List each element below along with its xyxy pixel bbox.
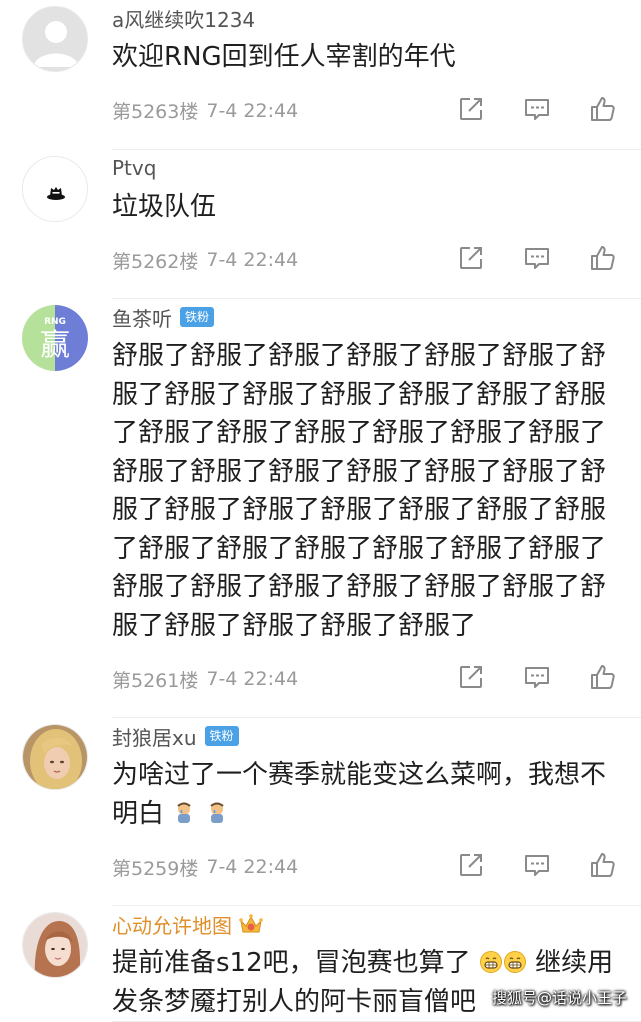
- grinning-emoji-icon: [503, 951, 526, 973]
- comment-icon[interactable]: [523, 663, 551, 691]
- comment-text: 舒服了舒服了舒服了舒服了舒服了舒服了舒服了舒服了舒服了舒服了舒服了舒服了舒服了舒…: [112, 341, 607, 641]
- comment-actions: [457, 95, 617, 123]
- fan-badge: 铁粉: [204, 726, 239, 746]
- rng-win-avatar-icon: RNG 赢: [22, 305, 88, 371]
- avatar[interactable]: [22, 912, 88, 978]
- comment-meta: 第5263楼 7-4 22:44: [112, 93, 641, 129]
- username-text[interactable]: 鱼茶听: [112, 303, 172, 332]
- like-icon[interactable]: [589, 244, 617, 272]
- username-text[interactable]: a风继续吹1234: [112, 4, 255, 33]
- girl-photo-avatar-icon: [23, 913, 87, 977]
- username[interactable]: 封狼居xu 铁粉: [112, 718, 641, 750]
- black-hat-avatar-icon: [23, 156, 87, 221]
- comment-time: 7-4 22:44: [206, 99, 299, 122]
- username-text[interactable]: 心动允许地图: [112, 910, 232, 939]
- comment-meta: 第5262楼 7-4 22:44: [112, 242, 641, 278]
- username[interactable]: a风继续吹1234: [112, 0, 641, 32]
- comment-meta: 第5261楼 7-4 22:44: [112, 661, 641, 697]
- avatar[interactable]: [22, 724, 88, 790]
- comment-actions: [457, 244, 617, 272]
- like-icon[interactable]: [589, 851, 617, 879]
- avatar[interactable]: [22, 155, 88, 222]
- comment-time: 7-4 22:44: [206, 856, 299, 878]
- comment-item: 封狼居xu 铁粉 为啥过了一个赛季就能变这么菜啊，我想不明白 第5259楼 7-…: [22, 718, 641, 906]
- share-icon[interactable]: [457, 95, 485, 123]
- username[interactable]: 鱼茶听 铁粉: [112, 299, 641, 331]
- username[interactable]: Ptvq: [112, 150, 641, 182]
- crying-child-emoji-icon: [177, 802, 191, 823]
- comment-item: RNG 赢 鱼茶听 铁粉 舒服了舒服了舒服了舒服了舒服了舒服了舒服了舒服了舒服了…: [22, 299, 641, 718]
- avatar-main-text: 赢: [40, 328, 70, 363]
- comment-meta: 第5259楼 7-4 22:44: [112, 849, 641, 885]
- username-text[interactable]: 封狼居xu: [112, 722, 197, 751]
- avatar-top-text: RNG: [44, 317, 66, 327]
- username[interactable]: 心动允许地图: [112, 906, 641, 938]
- floor-number: 第5261楼: [112, 669, 199, 692]
- crying-child-emoji-icon: [209, 802, 224, 823]
- floor-number: 第5259楼: [112, 857, 199, 880]
- comment-actions: [457, 663, 617, 691]
- share-icon[interactable]: [457, 244, 485, 272]
- like-icon[interactable]: [589, 663, 617, 691]
- like-icon[interactable]: [589, 95, 617, 123]
- watermark: 搜狐号@话说小王子: [491, 989, 627, 1007]
- comment-text: 垃圾队伍: [112, 191, 217, 222]
- fan-badge: 铁粉: [180, 307, 215, 327]
- share-icon[interactable]: [457, 851, 485, 879]
- comment-item: a风继续吹1234 欢迎RNG回到任人宰割的年代 第5263楼 7-4 22:4…: [22, 0, 641, 150]
- comment-text: 欢迎RNG回到任人宰割的年代: [112, 42, 456, 72]
- floor-number: 第5262楼: [112, 250, 199, 273]
- comment-text: 提前准备s12吧，冒泡赛也算了 继续用发条梦魇打别人的阿卡丽盲僧吧: [112, 944, 641, 1021]
- avatar[interactable]: [22, 6, 88, 72]
- comment-text: 为啥过了一个赛季就能变这么菜啊，我想不明白: [112, 756, 641, 833]
- comment-icon[interactable]: [523, 851, 551, 879]
- grinning-emoji-icon: [479, 951, 502, 973]
- comment-time: 7-4 22:44: [206, 249, 299, 271]
- share-icon[interactable]: [457, 663, 485, 691]
- avatar[interactable]: RNG 赢: [22, 305, 88, 371]
- comment-actions: [457, 851, 617, 879]
- crown-icon: [239, 914, 263, 933]
- comment-text-part-1: 提前准备s12吧，冒泡赛也算了: [112, 948, 471, 978]
- username-text[interactable]: Ptvq: [112, 156, 156, 180]
- comment-icon[interactable]: [523, 244, 551, 272]
- comment-icon[interactable]: [523, 95, 551, 123]
- comment-time: 7-4 22:44: [206, 668, 299, 690]
- floor-number: 第5263楼: [112, 101, 199, 123]
- default-avatar-icon: [23, 7, 87, 71]
- comment-item: Ptvq 垃圾队伍 第5262楼 7-4 22:44: [22, 150, 641, 299]
- blonde-girl-avatar-icon: [23, 725, 87, 789]
